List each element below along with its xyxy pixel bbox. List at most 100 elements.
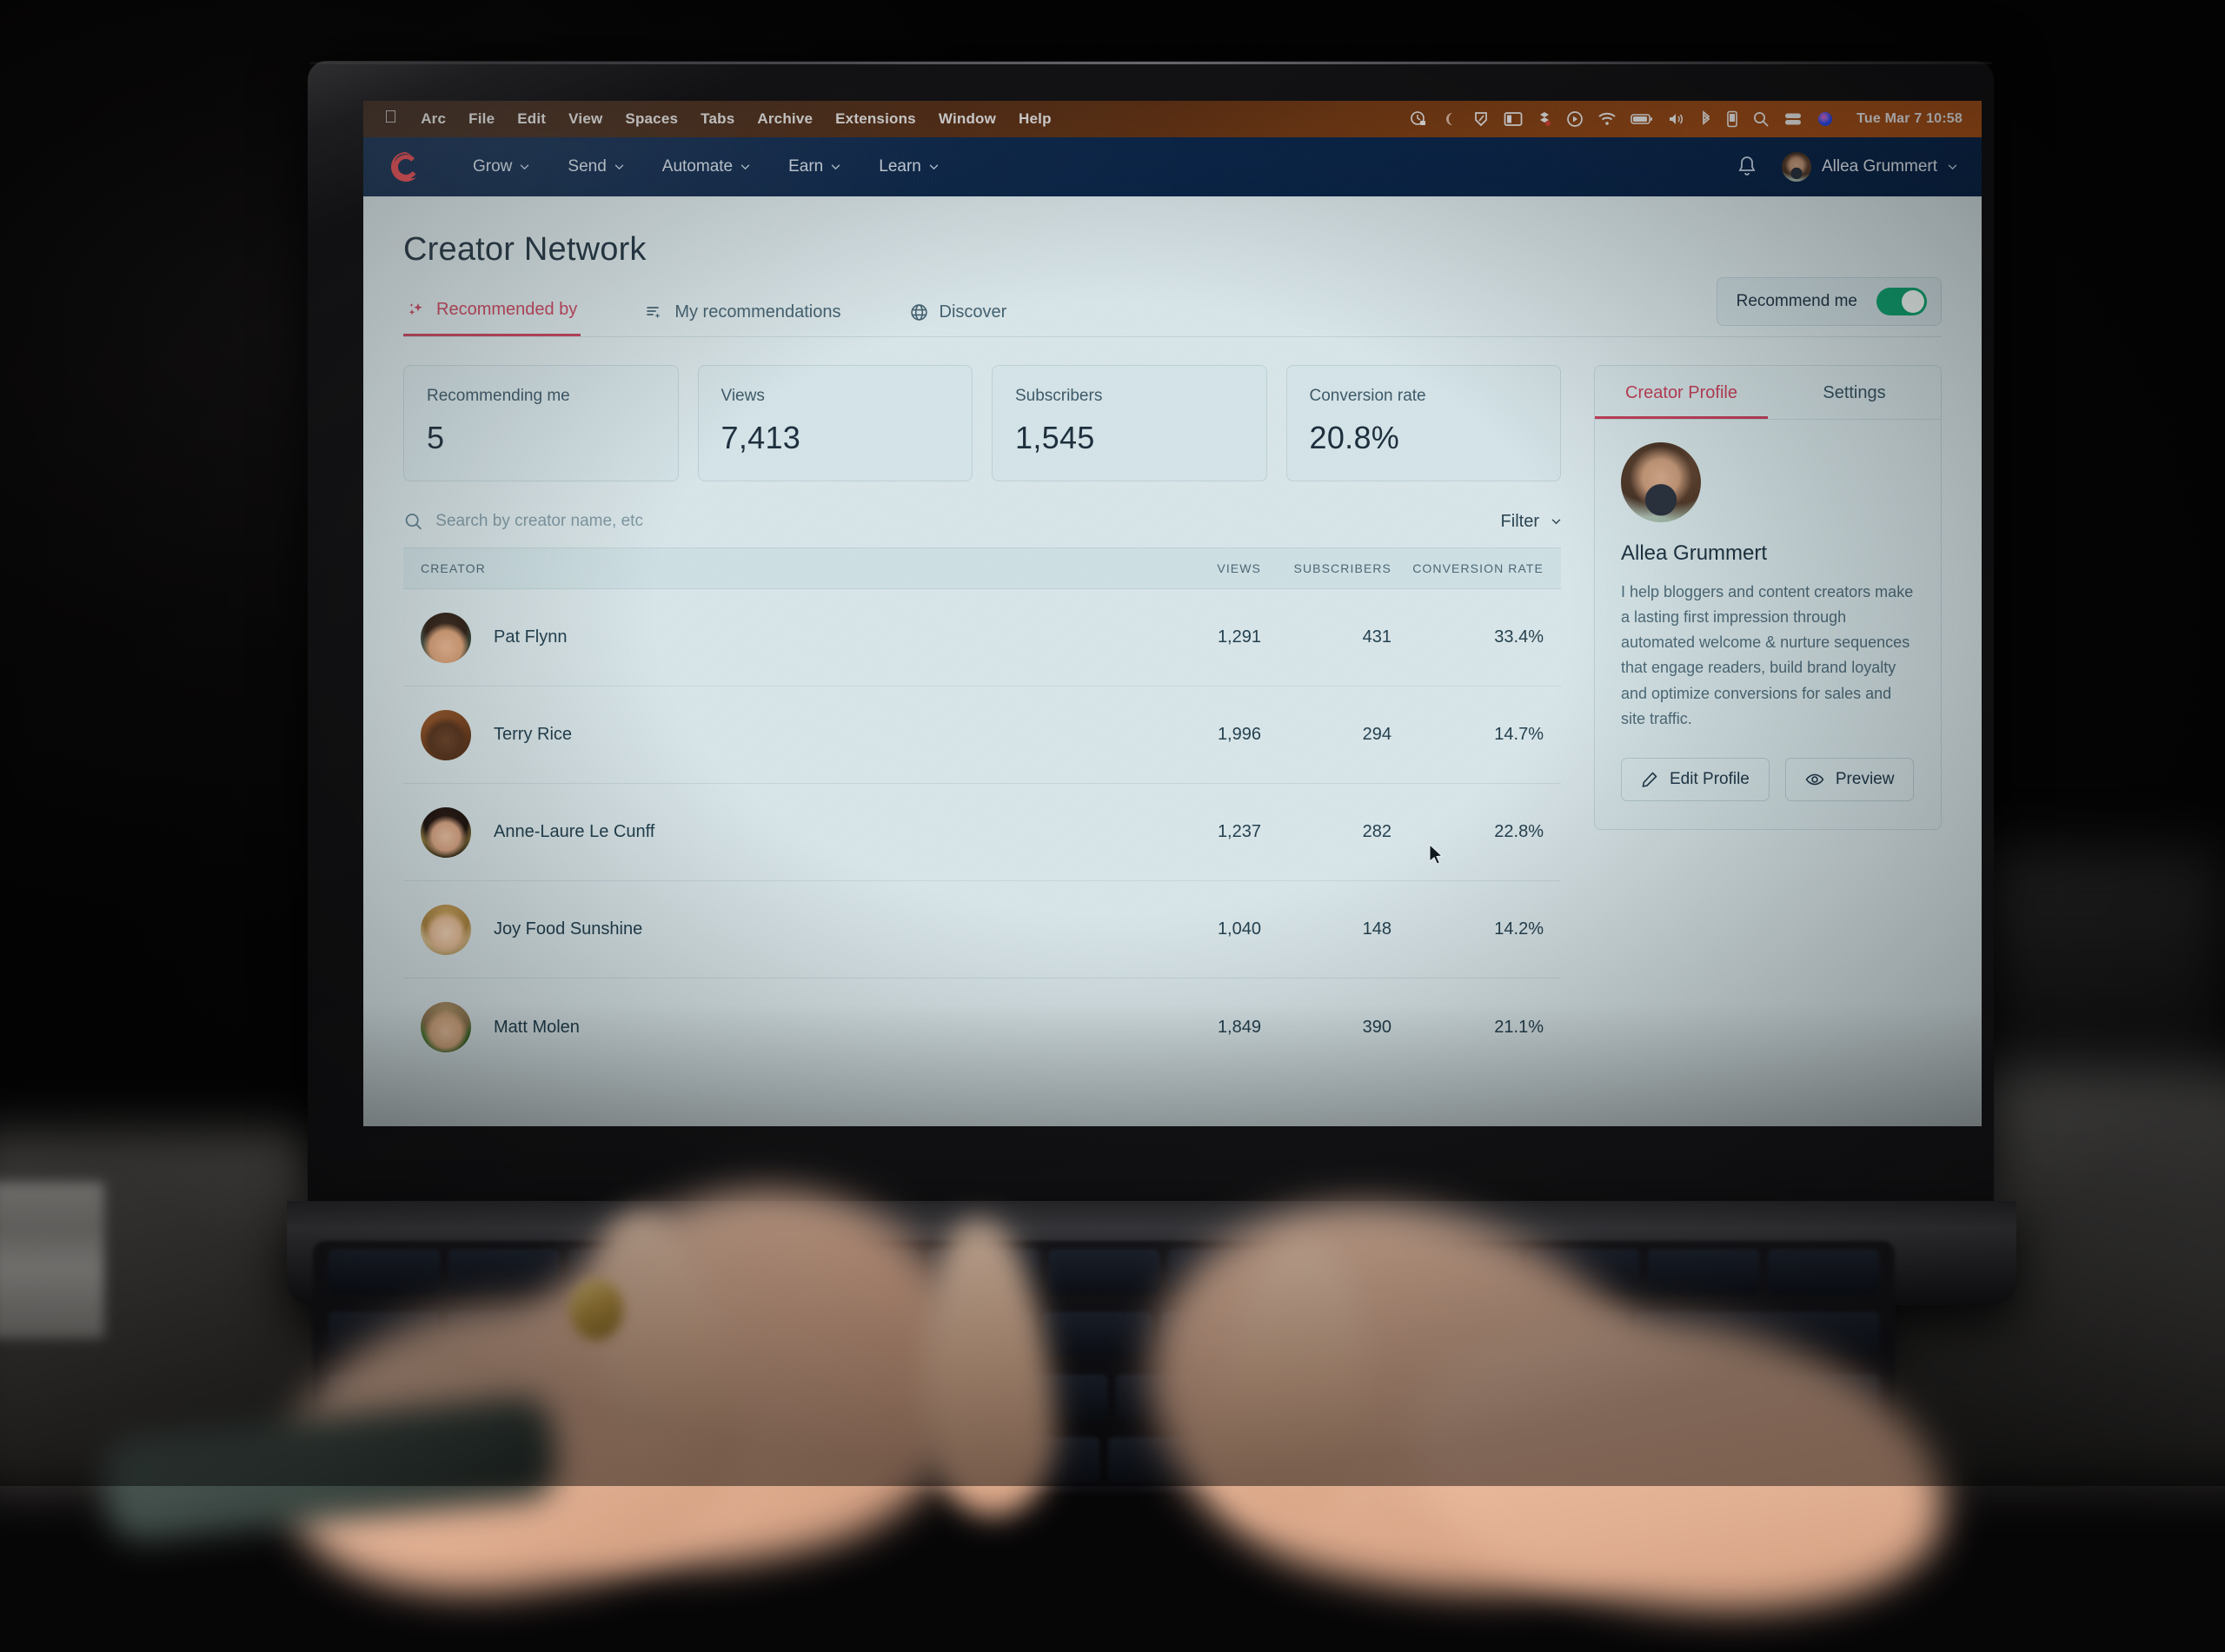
menubar-item-window[interactable]: Window	[927, 110, 1007, 128]
creator-name: Terry Rice	[494, 725, 572, 745]
avatar	[421, 905, 471, 955]
stat-value: 5	[427, 420, 655, 456]
convertkit-logo-icon[interactable]	[388, 149, 424, 185]
table-row[interactable]: Terry Rice 1,996 294 14.7%	[403, 687, 1561, 784]
nav-item-automate[interactable]: Automate	[643, 157, 769, 176]
key[interactable]	[1048, 1250, 1159, 1295]
creator-cell[interactable]: Matt Molen	[421, 1002, 1118, 1052]
menubar-item-view[interactable]: View	[557, 110, 614, 128]
vpn-shield-icon[interactable]	[1472, 110, 1490, 128]
menubar-item-arc[interactable]: Arc	[409, 110, 457, 128]
table-toolbar: Filter	[403, 511, 1561, 547]
screen-content:  Arc File Edit View Spaces Tabs Archive…	[363, 101, 1982, 1126]
panel-tab-settings[interactable]: Settings	[1768, 366, 1941, 419]
key[interactable]	[1042, 1312, 1152, 1357]
wifi-icon[interactable]	[1597, 111, 1617, 127]
nav-label-earn: Earn	[788, 157, 823, 176]
key[interactable]	[448, 1250, 560, 1295]
finger-ring	[569, 1279, 623, 1340]
play-circle-icon[interactable]	[1566, 110, 1584, 128]
creator-name: Anne-Laure Le Cunff	[494, 822, 654, 842]
key[interactable]	[1648, 1250, 1759, 1295]
nav-item-send[interactable]: Send	[548, 157, 642, 176]
stat-value: 1,545	[1015, 420, 1244, 456]
bell-icon[interactable]	[1737, 156, 1757, 178]
stat-card-recommending-me: Recommending me 5	[403, 365, 679, 481]
cell-conversion-rate: 14.2%	[1391, 919, 1544, 939]
nav-item-learn[interactable]: Learn	[860, 157, 958, 176]
menubar-item-archive[interactable]: Archive	[746, 110, 824, 128]
table-row[interactable]: Pat Flynn 1,291 431 33.4%	[403, 589, 1561, 687]
chevron-down-icon	[741, 164, 750, 170]
recommend-me-toggle[interactable]: Recommend me	[1717, 277, 1942, 326]
keyboard-function-row[interactable]	[313, 1241, 1895, 1304]
profile-bio: I help bloggers and content creators mak…	[1621, 580, 1915, 732]
cell-views: 1,237	[1118, 822, 1261, 842]
menubar-item-help[interactable]: Help	[1007, 110, 1063, 128]
cell-subscribers: 294	[1261, 725, 1391, 745]
battery-icon[interactable]	[1631, 112, 1653, 126]
tab-recommended-by[interactable]: Recommended by	[403, 300, 581, 336]
account-menu[interactable]: Allea Grummert	[1782, 152, 1957, 182]
apple-menu-icon[interactable]: 	[377, 108, 409, 130]
stat-card-conversion-rate: Conversion rate 20.8%	[1286, 365, 1562, 481]
cell-views: 1,291	[1118, 627, 1261, 647]
menubar-item-spaces[interactable]: Spaces	[614, 110, 689, 128]
creator-cell[interactable]: Terry Rice	[421, 710, 1118, 760]
creator-cell[interactable]: Joy Food Sunshine	[421, 905, 1118, 955]
nav-item-earn[interactable]: Earn	[769, 157, 860, 176]
menubar-item-file[interactable]: File	[457, 110, 506, 128]
column-header-views: VIEWS	[1118, 561, 1261, 575]
table-row[interactable]: Anne-Laure Le Cunff 1,237 282 22.8%	[403, 784, 1561, 881]
panel-tabs: Creator Profile Settings	[1595, 366, 1941, 420]
device-icon[interactable]	[1726, 110, 1738, 128]
panel-tab-creator-profile[interactable]: Creator Profile	[1595, 366, 1768, 419]
globe-icon	[909, 302, 929, 322]
tab-label: Discover	[940, 302, 1007, 322]
key[interactable]	[329, 1250, 440, 1295]
moon-crescent-icon[interactable]	[1441, 110, 1458, 128]
timer-lock-icon[interactable]	[1410, 110, 1427, 128]
menubar-item-edit[interactable]: Edit	[506, 110, 557, 128]
preview-button[interactable]: Preview	[1785, 758, 1915, 801]
filter-label: Filter	[1501, 512, 1539, 532]
nav-label-automate: Automate	[662, 157, 733, 176]
cell-views: 1,040	[1118, 919, 1261, 939]
creators-table: CREATOR VIEWS SUBSCRIBERS CONVERSION RAT…	[403, 547, 1561, 1076]
recommend-me-label: Recommend me	[1737, 292, 1857, 311]
creator-name: Joy Food Sunshine	[494, 919, 642, 939]
siri-icon[interactable]	[1817, 110, 1834, 128]
bluetooth-icon[interactable]	[1700, 110, 1712, 128]
page-title: Creator Network	[403, 231, 1942, 269]
main-column: Recommending me 5 Views 7,413 Subscriber…	[403, 365, 1561, 1076]
menubar-item-tabs[interactable]: Tabs	[689, 110, 746, 128]
table-row[interactable]: Matt Molen 1,849 390 21.1%	[403, 979, 1561, 1076]
control-center-icon[interactable]	[1783, 111, 1803, 127]
split-view-icon[interactable]	[1504, 111, 1523, 127]
table-row[interactable]: Joy Food Sunshine 1,040 148 14.2%	[403, 881, 1561, 979]
edit-profile-button[interactable]: Edit Profile	[1621, 758, 1770, 801]
nav-label-send: Send	[568, 157, 606, 176]
menubar-clock[interactable]: Tue Mar 7 10:58	[1848, 111, 1963, 127]
search-box[interactable]	[403, 511, 1484, 532]
toggle-switch[interactable]	[1876, 288, 1927, 315]
volume-icon[interactable]	[1667, 111, 1686, 127]
filter-dropdown[interactable]: Filter	[1484, 512, 1561, 532]
nav-item-grow[interactable]: Grow	[454, 157, 548, 176]
creator-name: Matt Molen	[494, 1018, 580, 1038]
spotlight-search-icon[interactable]	[1752, 110, 1770, 128]
creator-cell[interactable]: Anne-Laure Le Cunff	[421, 807, 1118, 858]
stats-cards: Recommending me 5 Views 7,413 Subscriber…	[403, 365, 1561, 481]
tab-discover[interactable]: Discover	[906, 302, 1011, 336]
button-label: Preview	[1836, 770, 1895, 789]
stat-card-subscribers: Subscribers 1,545	[992, 365, 1267, 481]
nav-label-grow: Grow	[473, 157, 512, 176]
search-input[interactable]	[435, 512, 1483, 531]
creator-cell[interactable]: Pat Flynn	[421, 613, 1118, 663]
sparkles-icon	[407, 301, 426, 320]
tab-my-recommendations[interactable]: My recommendations	[641, 302, 844, 336]
key[interactable]	[1768, 1250, 1879, 1295]
cell-views: 1,996	[1118, 725, 1261, 745]
dropbox-icon[interactable]	[1537, 110, 1552, 128]
menubar-item-extensions[interactable]: Extensions	[824, 110, 927, 128]
